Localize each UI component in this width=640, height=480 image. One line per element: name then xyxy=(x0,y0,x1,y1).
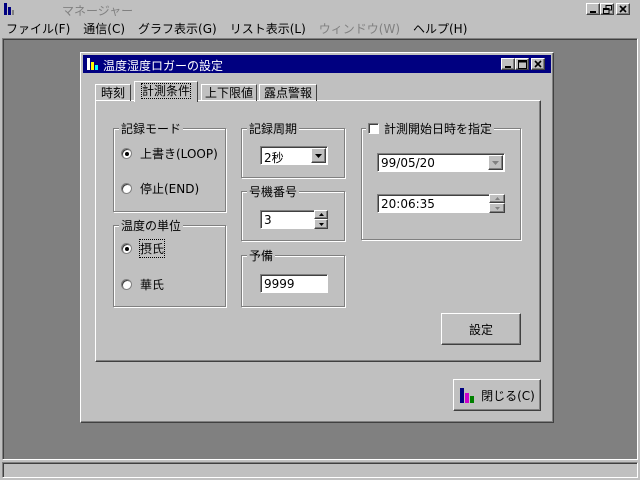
radio-celsius-indicator[interactable] xyxy=(121,243,132,254)
menu-help[interactable]: ヘルプ(H) xyxy=(413,20,467,37)
dialog-logo-icon xyxy=(86,57,100,71)
dialog-title: 温度湿度ロガーの設定 xyxy=(103,59,224,73)
menu-window[interactable]: ウィンドウ(W) xyxy=(319,20,400,37)
menu-comm[interactable]: 通信(C) xyxy=(83,20,125,37)
radio-stop-indicator[interactable] xyxy=(121,183,132,194)
main-title-bar: マネージャー xyxy=(0,0,640,18)
radio-stop[interactable]: 停止(END) xyxy=(121,180,199,197)
menu-list[interactable]: リスト表示(L) xyxy=(230,20,306,37)
radio-fahrenheit-indicator[interactable] xyxy=(121,279,132,290)
reserve-input[interactable]: 9999 xyxy=(260,274,328,293)
start-date-select[interactable]: 99/05/20 xyxy=(377,153,505,172)
settings-dialog: 温度湿度ロガーの設定 時刻 計測条件 上下限値 露点警報 記録モード 上書き(L… xyxy=(80,52,554,423)
dialog-title-bar: 温度湿度ロガーの設定 xyxy=(83,55,551,73)
restore-button[interactable] xyxy=(600,3,614,15)
dialog-maximize-button[interactable] xyxy=(515,58,529,70)
reserve-title: 予備 xyxy=(247,247,276,264)
radio-overwrite-indicator[interactable] xyxy=(121,148,132,159)
record-period-title: 記録周期 xyxy=(247,120,300,137)
start-datetime-header[interactable]: 計測開始日時を指定 xyxy=(366,120,495,137)
logger-icon xyxy=(459,386,475,404)
app-title: マネージャー xyxy=(62,4,134,18)
dialog-minimize-button[interactable] xyxy=(501,58,515,70)
radio-celsius[interactable]: 摂氏 xyxy=(121,239,166,258)
app-logo-icon xyxy=(3,2,19,16)
set-button[interactable]: 設定 xyxy=(441,313,521,345)
menu-graph[interactable]: グラフ表示(G) xyxy=(138,20,217,37)
tab-time[interactable]: 時刻 xyxy=(95,84,131,101)
temp-unit-title: 温度の単位 xyxy=(119,217,184,234)
start-time-spinner[interactable] xyxy=(489,194,505,213)
start-datetime-checkbox[interactable] xyxy=(368,123,379,134)
tab-dewpoint[interactable]: 露点警報 xyxy=(259,84,317,101)
unit-number-title: 号機番号 xyxy=(247,183,300,200)
record-mode-group xyxy=(113,128,226,212)
start-time-input[interactable]: 20:06:35 xyxy=(377,194,491,213)
temp-unit-group xyxy=(113,225,226,307)
date-chevron-down-icon[interactable] xyxy=(488,155,503,170)
menu-bar: ファイル(F) 通信(C) グラフ表示(G) リスト表示(L) ウィンドウ(W)… xyxy=(0,18,640,36)
close-icon[interactable] xyxy=(616,3,630,15)
dialog-close-icon[interactable] xyxy=(531,58,545,70)
unit-number-input[interactable]: 3 xyxy=(260,210,316,229)
record-mode-title: 記録モード xyxy=(119,120,184,137)
tab-limits[interactable]: 上下限値 xyxy=(201,84,257,101)
radio-overwrite[interactable]: 上書き(LOOP) xyxy=(121,145,218,162)
record-period-select[interactable]: 2秒 xyxy=(260,146,328,165)
tab-measurement[interactable]: 計測条件 xyxy=(134,81,198,102)
chevron-down-icon[interactable] xyxy=(311,148,326,163)
radio-fahrenheit[interactable]: 華氏 xyxy=(121,276,164,293)
time-spin-up-icon[interactable] xyxy=(489,194,505,203)
spin-down-icon[interactable] xyxy=(314,219,328,229)
time-spin-down-icon[interactable] xyxy=(489,203,505,213)
minimize-button[interactable] xyxy=(586,3,600,15)
menu-file[interactable]: ファイル(F) xyxy=(6,20,70,37)
spin-up-icon[interactable] xyxy=(314,210,328,219)
unit-number-spinner[interactable] xyxy=(314,210,328,229)
status-bar xyxy=(0,460,640,480)
start-datetime-group xyxy=(361,128,521,240)
close-button[interactable]: 閉じる(C) xyxy=(453,379,541,411)
status-panel xyxy=(2,462,638,478)
